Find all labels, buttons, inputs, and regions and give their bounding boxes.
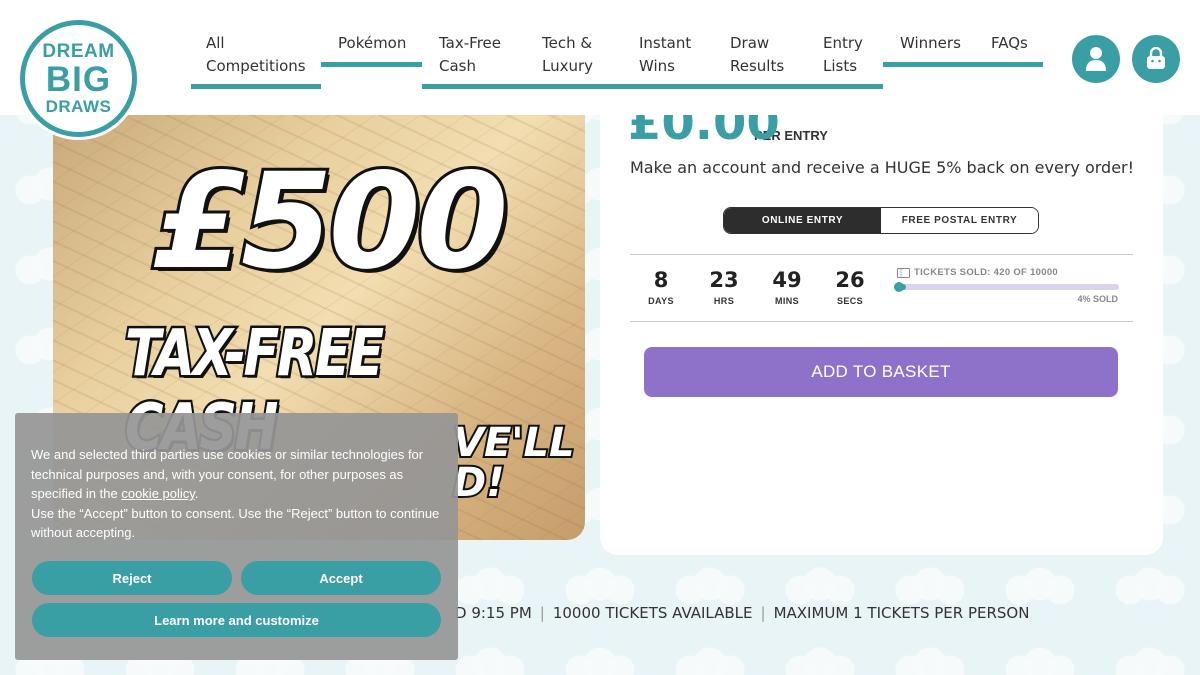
account-button[interactable]: [1072, 35, 1120, 83]
tickets-sold-label: TICKETS SOLD: 420 OF 10000: [897, 267, 1058, 278]
image-partial-text-2: D!: [451, 458, 506, 508]
progress-dot: [894, 282, 904, 292]
user-icon: [1086, 47, 1106, 71]
nav-draw-results[interactable]: Draw Results: [730, 32, 784, 78]
product-panel: [600, 115, 1163, 555]
site-header: All Competitions Pokémon Tax-Free Cash Tec…: [0, 0, 1200, 115]
cookie-policy-link[interactable]: cookie policy: [121, 486, 194, 501]
max-per-person: MAXIMUM 1 TICKETS PER PERSON: [773, 604, 1030, 622]
cookie-learn-more-button[interactable]: Learn more and customize: [32, 603, 441, 637]
countdown-seconds: 26 SECS: [835, 268, 865, 306]
cashback-promo: Make an account and receive a HUGE 5% ba…: [630, 158, 1135, 177]
site-logo[interactable]: DREAM BIG DRAWS: [20, 20, 137, 137]
cookie-text: We and selected third parties use cookie…: [31, 447, 440, 540]
image-amount-text: £500: [150, 142, 511, 302]
nav-all-competitions[interactable]: All Competitions: [206, 32, 306, 78]
sold-percent: 4% SOLD: [1077, 294, 1118, 304]
tab-free-postal-entry[interactable]: FREE POSTAL ENTRY: [881, 208, 1038, 233]
cookie-accept-button[interactable]: Accept: [241, 561, 441, 595]
countdown-hours: 23 HRS: [709, 268, 739, 306]
draw-time: D 9:15 PM: [455, 604, 532, 622]
cookie-reject-button[interactable]: Reject: [32, 561, 232, 595]
add-to-basket-button[interactable]: ADD TO BASKET: [644, 347, 1118, 397]
nav-entry-lists[interactable]: Entry Lists: [823, 32, 863, 78]
countdown-minutes: 49 MINS: [772, 268, 802, 306]
tickets-sold-progress: [894, 282, 1119, 292]
logo-text-draws: DRAWS: [45, 97, 112, 116]
nav-underline-all-competitions: [191, 84, 321, 89]
logo-text-big: BIG: [45, 60, 112, 99]
divider-top: [630, 254, 1133, 255]
entry-type-toggle: ONLINE ENTRY FREE POSTAL ENTRY: [723, 207, 1039, 234]
nav-underline-middle: [422, 84, 883, 89]
basket-button[interactable]: [1132, 35, 1180, 83]
tab-online-entry[interactable]: ONLINE ENTRY: [724, 208, 881, 233]
tickets-available: 10000 TICKETS AVAILABLE: [552, 604, 753, 622]
ticket-icon: [897, 267, 910, 278]
nav-winners[interactable]: Winners: [900, 32, 961, 55]
shopping-bag-icon: [1147, 47, 1165, 69]
divider-bottom: [630, 321, 1133, 322]
cookie-banner: We and selected third parties use cookie…: [15, 413, 458, 660]
nav-underline-pokemon: [321, 62, 422, 67]
competition-info-line: D 9:15 PM | 10000 TICKETS AVAILABLE | MAXIMU…: [455, 604, 1030, 622]
nav-tax-free-cash[interactable]: Tax-Free Cash: [439, 32, 501, 78]
nav-tech-luxury[interactable]: Tech & Luxury: [542, 32, 593, 78]
nav-underline-right: [883, 62, 1043, 67]
nav-faqs[interactable]: FAQs: [991, 32, 1028, 55]
nav-instant-wins[interactable]: Instant Wins: [639, 32, 691, 78]
logo-text-dream: DREAM: [42, 41, 115, 62]
countdown-days: 8 DAYS: [648, 268, 674, 306]
nav-pokemon[interactable]: Pokémon: [338, 32, 406, 55]
